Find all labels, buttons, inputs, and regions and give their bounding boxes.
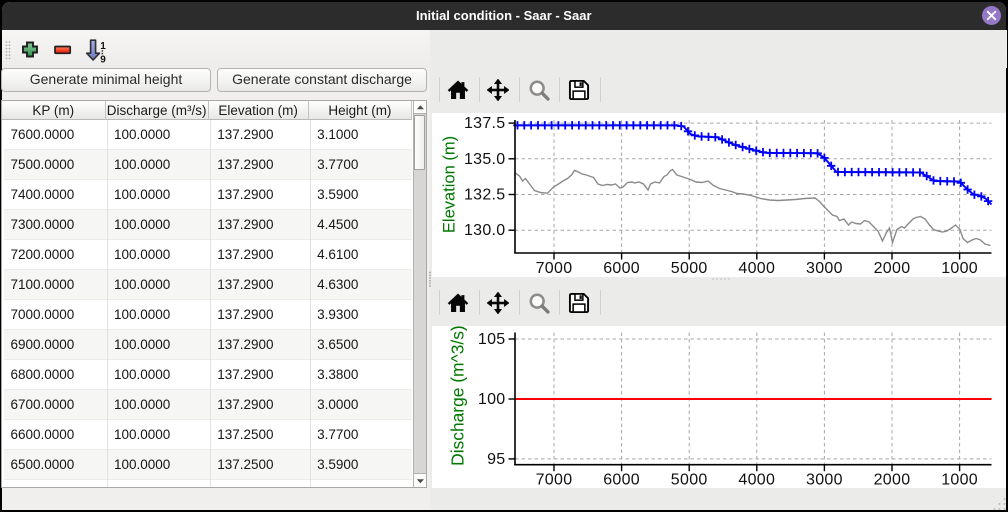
svg-text:1: 1 bbox=[100, 41, 106, 52]
svg-text:7000: 7000 bbox=[535, 260, 572, 277]
svg-text:9: 9 bbox=[100, 54, 106, 65]
svg-text:2000: 2000 bbox=[873, 260, 910, 277]
svg-text:100: 100 bbox=[477, 391, 505, 408]
svg-text:130.0: 130.0 bbox=[463, 222, 505, 239]
svg-text:Discharge (m^3/s): Discharge (m^3/s) bbox=[447, 326, 467, 466]
svg-text:137.5: 137.5 bbox=[463, 115, 505, 132]
svg-text:105: 105 bbox=[477, 331, 505, 348]
svg-text:4000: 4000 bbox=[738, 260, 775, 277]
svg-text:6000: 6000 bbox=[603, 260, 640, 277]
svg-text:3000: 3000 bbox=[806, 260, 843, 277]
svg-text:4000: 4000 bbox=[738, 471, 775, 487]
svg-text:Elevation (m): Elevation (m) bbox=[440, 136, 458, 233]
svg-text:2000: 2000 bbox=[873, 471, 910, 487]
svg-text:135.0: 135.0 bbox=[463, 151, 505, 168]
svg-text:132.5: 132.5 bbox=[463, 187, 505, 204]
svg-text:5000: 5000 bbox=[670, 260, 707, 277]
svg-text:3000: 3000 bbox=[806, 471, 843, 487]
svg-text:95: 95 bbox=[487, 450, 505, 467]
svg-text:5000: 5000 bbox=[670, 471, 707, 487]
svg-text:7000: 7000 bbox=[535, 471, 572, 487]
svg-text:6000: 6000 bbox=[603, 471, 640, 487]
svg-text:1000: 1000 bbox=[941, 471, 978, 487]
svg-text:1000: 1000 bbox=[941, 260, 978, 277]
